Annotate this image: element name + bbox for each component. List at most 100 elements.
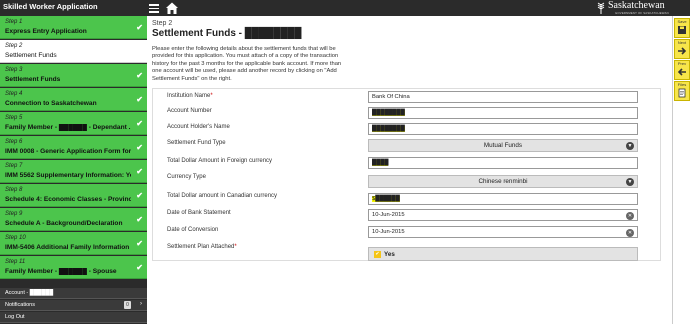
- sidebar-step-9[interactable]: Step 9 Schedule A - Background/Declarati…: [0, 208, 147, 231]
- checkmark-icon: ✔: [136, 263, 143, 272]
- saskatchewan-logo: Saskatchewan GOVERNMENT OF SASKATCHEWAN: [594, 0, 676, 16]
- currency-type-value: Chinese renminbi: [478, 178, 528, 185]
- document-icon: [678, 88, 686, 98]
- sidebar-step-4[interactable]: Step 4 Connection to Saskatchewan ✔: [0, 88, 147, 111]
- step-number: Step 2: [5, 43, 23, 49]
- sidebar-step-1[interactable]: Step 1 Express Entry Application ✔: [0, 16, 147, 39]
- next-button[interactable]: Next: [674, 39, 690, 59]
- notifications-label: Notifications: [5, 302, 35, 308]
- step-number: Step 6: [5, 139, 23, 145]
- logout-menu[interactable]: Log Out: [0, 312, 147, 323]
- step-number: Step 9: [5, 211, 23, 217]
- statement-date-value: 10-Jun-2015: [372, 212, 405, 218]
- sidebar-step-8[interactable]: Step 8 Schedule 4: Economic Classes - Pr…: [0, 184, 147, 207]
- chevron-down-icon: ▼: [626, 142, 634, 150]
- step-title: Family Member - ██████ - Spouse: [5, 268, 117, 275]
- checkmark-icon: ✔: [136, 95, 143, 104]
- main-content: Step 2 Settlement Funds - ████████ Pleas…: [147, 16, 672, 324]
- sidebar-step-6[interactable]: Step 6 IMM 0008 - Generic Application Fo…: [0, 136, 147, 159]
- statement-date-input[interactable]: 10-Jun-2015 ✕: [368, 209, 638, 221]
- intro-text: Please enter the following details about…: [152, 46, 342, 82]
- files-button[interactable]: Files: [674, 81, 690, 101]
- logout-label: Log Out: [5, 314, 25, 320]
- arrow-left-icon: [677, 68, 686, 76]
- chevron-down-icon: ▼: [626, 178, 634, 186]
- checkmark-icon: ✔: [136, 119, 143, 128]
- account-holder-input[interactable]: ████████: [368, 123, 638, 135]
- step-number: Step 7: [5, 163, 23, 169]
- step-title: Connection to Saskatchewan: [5, 100, 97, 107]
- logo-wordmark: Saskatchewan: [608, 0, 665, 11]
- checkmark-icon: ✔: [136, 191, 143, 200]
- step-number: Step 10: [5, 235, 26, 241]
- checkmark-icon: ✔: [136, 215, 143, 224]
- step-label: Step 2: [152, 20, 173, 27]
- chevron-right-icon: ›: [140, 301, 142, 307]
- fund-type-select[interactable]: Mutual Funds ▼: [368, 139, 638, 152]
- foreign-amount-input[interactable]: ████: [368, 157, 638, 169]
- redacted-value: ████████: [372, 110, 405, 116]
- currency-type-label: Currency Type: [167, 174, 206, 180]
- step-number: Step 3: [5, 67, 23, 73]
- checkbox-checked-icon: ✔: [374, 251, 381, 258]
- currency-type-select[interactable]: Chinese renminbi ▼: [368, 175, 638, 188]
- notifications-count-badge: 0: [124, 301, 131, 309]
- step-number: Step 11: [5, 259, 26, 265]
- sidebar-step-10[interactable]: Step 10 IMM-5406 Additional Family Infor…: [0, 232, 147, 255]
- files-label: Files: [677, 82, 687, 87]
- step-title: Settlement Funds: [5, 76, 61, 83]
- plan-attached-value: Yes: [384, 251, 395, 258]
- step-title: IMM 0008 - Generic Application Form for …: [5, 148, 131, 155]
- checkmark-icon: ✔: [136, 239, 143, 248]
- save-button[interactable]: Save: [674, 18, 690, 38]
- conversion-date-input[interactable]: 10-Jun-2015 ✕: [368, 226, 638, 238]
- sidebar-step-2[interactable]: Step 2 Settlement Funds: [0, 40, 147, 63]
- fund-type-value: Mutual Funds: [483, 142, 523, 149]
- checkmark-icon: ✔: [136, 143, 143, 152]
- institution-name-input[interactable]: Bank Of China: [368, 91, 638, 103]
- account-menu[interactable]: Account - ██████: [0, 288, 147, 299]
- arrow-right-icon: [678, 47, 687, 55]
- step-title: Schedule 4: Economic Classes - Provincia…: [5, 196, 131, 203]
- app-window: Skilled Worker Application Saskatchewan …: [0, 0, 690, 324]
- sidebar-step-5[interactable]: Step 5 Family Member - ██████ - Dependan…: [0, 112, 147, 135]
- redacted-value: ████: [372, 160, 389, 166]
- conversion-date-label: Date of Conversion: [167, 227, 219, 233]
- right-toolbar: Save Next Prev Files: [672, 16, 690, 324]
- save-label: Save: [677, 19, 687, 24]
- notifications-menu[interactable]: Notifications 0 ›: [0, 300, 147, 311]
- next-label: Next: [677, 40, 687, 45]
- step-title: Settlement Funds: [5, 52, 57, 59]
- checkmark-icon: ✔: [136, 23, 143, 32]
- step-number: Step 5: [5, 115, 23, 121]
- foreign-amount-label: Total Dollar Amount in Foreign currency: [167, 158, 273, 164]
- top-bar: Skilled Worker Application Saskatchewan …: [0, 0, 690, 16]
- sidebar: Step 1 Express Entry Application ✔ Step …: [0, 16, 147, 324]
- account-number-input[interactable]: ████████: [368, 107, 638, 119]
- account-label: Account - ██████: [5, 290, 54, 296]
- cad-amount-input[interactable]: $██████: [368, 193, 638, 205]
- plan-attached-toggle[interactable]: ✔ Yes: [368, 247, 638, 261]
- step-number: Step 8: [5, 187, 23, 193]
- home-icon[interactable]: [165, 1, 179, 15]
- statement-date-label: Date of Bank Statement: [167, 210, 231, 216]
- clear-icon[interactable]: ✕: [626, 228, 634, 237]
- redacted-value: ████████: [372, 126, 405, 132]
- plan-attached-label: Settlement Plan Attached*: [167, 244, 237, 250]
- step-number: Step 1: [5, 19, 23, 25]
- checkmark-icon: ✔: [136, 71, 143, 80]
- hamburger-menu-icon[interactable]: [149, 2, 159, 14]
- sidebar-step-3[interactable]: Step 3 Settlement Funds ✔: [0, 64, 147, 87]
- sidebar-step-11[interactable]: Step 11 Family Member - ██████ - Spouse …: [0, 256, 147, 279]
- cad-amount-label: Total Dollar amount in Canadian currency: [167, 193, 278, 199]
- checkmark-icon: ✔: [136, 167, 143, 176]
- step-title: IMM-5406 Additional Family Information: [5, 244, 130, 251]
- app-title: Skilled Worker Application: [3, 2, 98, 11]
- prev-button[interactable]: Prev: [674, 60, 690, 80]
- clear-icon[interactable]: ✕: [626, 211, 634, 220]
- step-title: Family Member - ██████ - Dependant ...: [5, 124, 131, 131]
- step-title: IMM 5562 Supplementary Information: Your…: [5, 172, 131, 179]
- institution-label: Institution Name*: [167, 93, 213, 99]
- conversion-date-value: 10-Jun-2015: [372, 229, 405, 235]
- sidebar-step-7[interactable]: Step 7 IMM 5562 Supplementary Informatio…: [0, 160, 147, 183]
